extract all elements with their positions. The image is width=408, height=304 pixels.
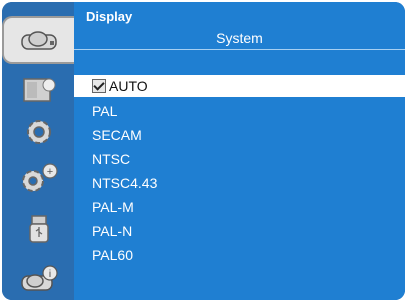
list-item-pal-n[interactable]: PAL-N [74,219,405,243]
sidebar-item-image[interactable] [12,74,66,106]
list-item-auto[interactable]: AUTO [74,75,405,97]
svg-text:+: + [47,166,53,178]
usb-icon [25,213,53,245]
sidebar-item-usb[interactable] [12,213,66,245]
gear-icon [21,116,57,148]
sidebar-item-setting[interactable] [12,116,66,148]
list-item-ntsc443[interactable]: NTSC4.43 [74,171,405,195]
sidebar-item-expanded[interactable]: + [12,162,66,194]
expanded-gear-icon: + [17,161,61,195]
list-item-ntsc[interactable]: NTSC [74,147,405,171]
list-item-pal60[interactable]: PAL60 [74,243,405,267]
sidebar-item-display[interactable] [2,16,76,64]
projector-display-icon [20,27,60,53]
sidebar-item-info[interactable]: i [12,263,66,295]
page-title: Display [86,9,133,24]
info-icon: i [19,264,59,294]
checkbox-icon [92,79,106,93]
sidebar: + i [2,2,76,300]
image-settings-icon [19,75,59,105]
list-item-pal[interactable]: PAL [74,99,405,123]
system-option-list: AUTO PAL SECAM NTSC NTSC4.43 PAL-M PAL-N… [74,75,405,267]
svg-text:i: i [49,269,51,280]
menu-window: + i Display System AUTO PAL SECAM NTSC N… [2,2,405,300]
list-item-pal-m[interactable]: PAL-M [74,195,405,219]
content-panel: Display System AUTO PAL SECAM NTSC NTSC4… [74,2,405,300]
list-item-secam[interactable]: SECAM [74,123,405,147]
section-title: System [216,30,263,46]
section-divider [74,49,405,50]
